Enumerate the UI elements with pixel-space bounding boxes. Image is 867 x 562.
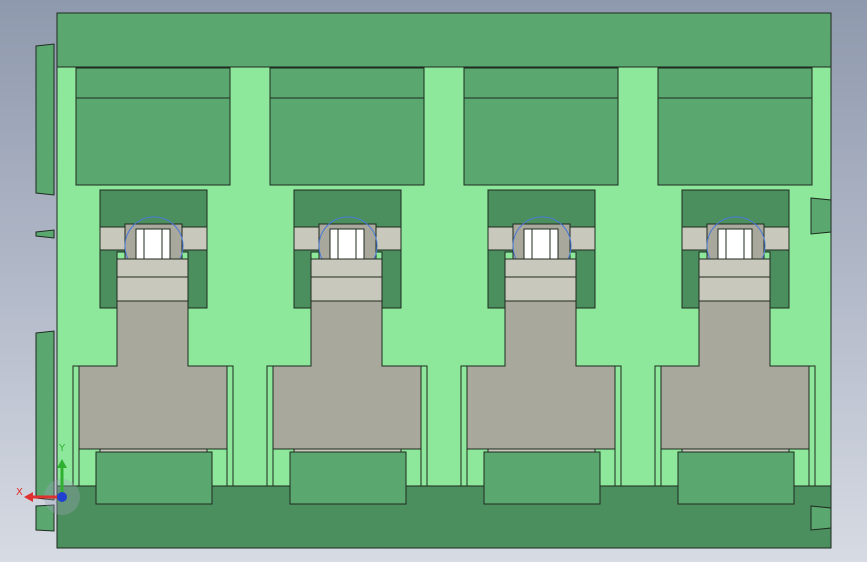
pin-block	[483, 451, 601, 505]
right-latch-upper	[810, 197, 832, 235]
triad-x-arrow	[24, 492, 33, 502]
left-latch-upper	[35, 43, 55, 196]
wire-entry-block	[463, 67, 619, 186]
pin-block	[289, 451, 407, 505]
left-latch-lower	[35, 330, 55, 501]
screw-slot-inner	[337, 228, 357, 260]
contact-neck	[310, 258, 383, 302]
top-rail	[56, 12, 832, 68]
screw-slot-inner	[143, 228, 163, 260]
wire-entry-block	[657, 67, 813, 186]
right-latch-lower	[810, 505, 832, 531]
wire-entry-block	[269, 67, 425, 186]
left-latch-mid	[35, 229, 55, 239]
contact-side-slot-left	[266, 365, 274, 487]
screw-slot-inner	[725, 228, 745, 260]
contact-side-slot-left	[72, 365, 80, 487]
wire-entry-block	[75, 67, 231, 186]
cad-model-drawing[interactable]	[0, 0, 867, 562]
contact-neck	[698, 258, 771, 302]
pin-block	[95, 451, 213, 505]
triad-y-label: Y	[59, 443, 66, 454]
contact-side-slot-right	[808, 365, 816, 487]
triad-x-label: X	[16, 487, 23, 498]
pin-block	[677, 451, 795, 505]
contact-side-slot-right	[420, 365, 428, 487]
contact-side-slot-right	[614, 365, 622, 487]
contact-side-slot-right	[226, 365, 234, 487]
contact-side-slot-left	[654, 365, 662, 487]
contact-side-slot-left	[460, 365, 468, 487]
screw-slot-inner	[531, 228, 551, 260]
cad-viewport[interactable]: X Y	[0, 0, 867, 562]
contact-neck	[116, 258, 189, 302]
triad-z-axis	[57, 492, 67, 502]
contact-neck	[504, 258, 577, 302]
